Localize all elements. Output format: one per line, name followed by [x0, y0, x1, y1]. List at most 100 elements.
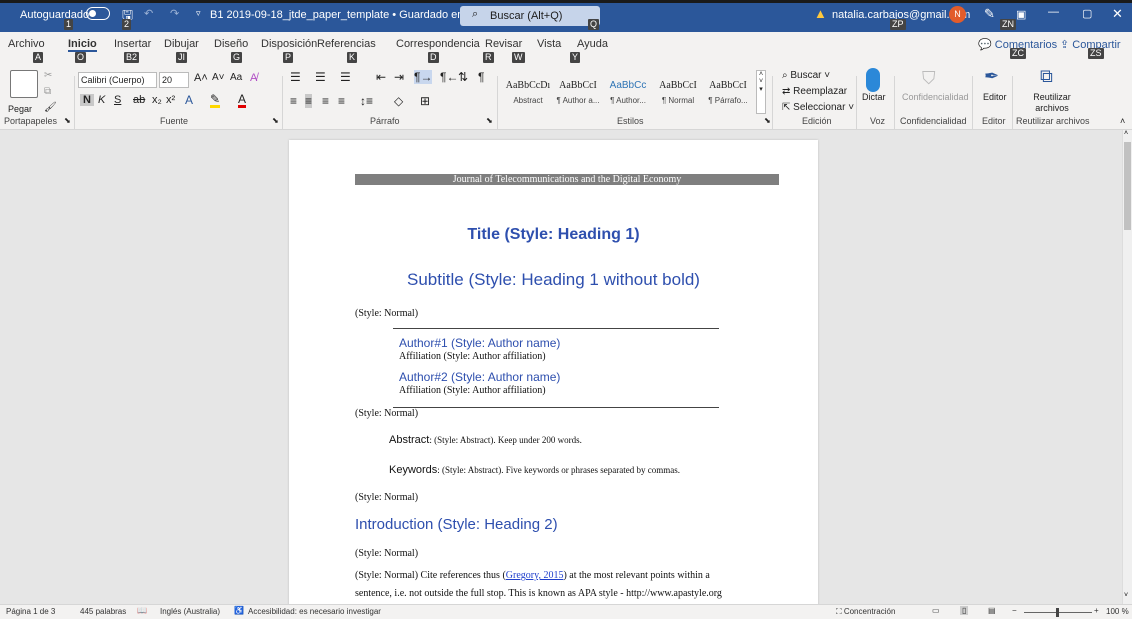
avatar[interactable]: N: [949, 6, 966, 23]
justify-icon[interactable]: ≡: [338, 94, 345, 108]
align-left-icon[interactable]: ≡: [290, 94, 297, 108]
multilevel-icon[interactable]: ☰: [340, 70, 351, 84]
format-painter-icon[interactable]: 🖌: [44, 102, 57, 113]
accessibility-icon[interactable]: ♿: [234, 606, 244, 615]
borders-icon[interactable]: ⊞: [420, 94, 430, 108]
ltr-icon[interactable]: ¶→: [414, 70, 433, 84]
paste-icon[interactable]: [10, 70, 38, 98]
customize-qat-icon[interactable]: ▿: [196, 8, 201, 19]
tab-dibujar[interactable]: Dibujar: [164, 38, 199, 50]
tab-disposicion[interactable]: Disposición: [261, 38, 317, 50]
language[interactable]: Inglés (Australia): [160, 607, 220, 616]
search-box[interactable]: ⌕ Buscar (Alt+Q): [460, 6, 600, 26]
bold-icon[interactable]: N: [80, 94, 94, 106]
editor-icon[interactable]: ✒: [984, 66, 999, 87]
zoom-level[interactable]: 100 %: [1106, 607, 1129, 616]
font-name-select[interactable]: Calibri (Cuerpo): [78, 72, 157, 88]
numbering-icon[interactable]: ☰: [315, 70, 326, 84]
paragraph-launcher-icon[interactable]: ⬊: [486, 116, 493, 125]
zoom-slider[interactable]: [1024, 608, 1092, 617]
close-icon[interactable]: ✕: [1112, 6, 1123, 22]
tab-inicio[interactable]: Inicio: [68, 38, 97, 52]
vertical-scrollbar[interactable]: ˄ ˅: [1122, 130, 1132, 604]
scroll-thumb[interactable]: [1124, 142, 1131, 230]
doc-subtitle[interactable]: Subtitle (Style: Heading 1 without bold): [289, 270, 818, 290]
clipboard-launcher-icon[interactable]: ⬊: [64, 116, 71, 125]
shading-icon[interactable]: ◇: [394, 94, 403, 108]
scroll-up-icon[interactable]: ˄: [1124, 130, 1128, 137]
editor-label[interactable]: Editor: [983, 92, 1007, 102]
underline-icon[interactable]: S: [114, 94, 121, 106]
normal-paragraph[interactable]: (Style: Normal): [355, 308, 418, 319]
journal-header[interactable]: Journal of Telecommunications and the Di…: [355, 174, 779, 185]
style-author-name[interactable]: AaBbCc ¶ Author...: [603, 76, 653, 114]
rtl-icon[interactable]: ¶←: [440, 70, 458, 84]
style-abstract[interactable]: AaBbCcDı Abstract: [503, 76, 553, 114]
autosave-toggle[interactable]: [86, 7, 110, 20]
proofing-icon[interactable]: 📖: [137, 606, 147, 615]
change-case-icon[interactable]: Aa: [230, 72, 242, 83]
ribbon-display-icon[interactable]: ▣: [1016, 8, 1026, 21]
tab-insertar[interactable]: Insertar: [114, 38, 151, 50]
dictate-label[interactable]: Dictar: [862, 92, 886, 102]
read-mode-icon[interactable]: ▭: [932, 606, 940, 615]
doc-title[interactable]: Title (Style: Heading 1): [289, 226, 818, 244]
reuse-files-label[interactable]: Reutilizar archivos: [1024, 92, 1080, 114]
decrease-indent-icon[interactable]: ⇤: [376, 70, 386, 84]
font-color-icon[interactable]: A: [238, 93, 247, 108]
normal-paragraph[interactable]: (Style: Normal): [355, 408, 418, 419]
document-canvas[interactable]: Journal of Telecommunications and the Di…: [0, 130, 1122, 604]
zoom-in-icon[interactable]: +: [1094, 606, 1099, 615]
font-size-select[interactable]: 20: [159, 72, 189, 88]
select-button[interactable]: ⇱ Seleccionar ˅: [782, 102, 854, 113]
author-affiliation[interactable]: Affiliation (Style: Author affiliation): [399, 385, 546, 396]
body-paragraph-line[interactable]: sentence, i.e. not outside the full stop…: [355, 588, 795, 599]
citation-link[interactable]: Gregory, 2015: [506, 570, 564, 581]
print-layout-icon[interactable]: ▯: [960, 606, 969, 615]
abstract-paragraph[interactable]: Abstract: (Style: Abstract). Keep under …: [389, 434, 582, 446]
shrink-font-icon[interactable]: A˅: [212, 72, 225, 83]
tab-correspondencia[interactable]: Correspondencia: [396, 38, 480, 50]
superscript-icon[interactable]: x²: [166, 94, 175, 106]
italic-icon[interactable]: K: [98, 94, 105, 106]
style-author-affiliation[interactable]: AaBbCcI ¶ Author a...: [553, 76, 603, 114]
tab-vista[interactable]: Vista: [537, 38, 561, 50]
show-marks-icon[interactable]: ¶: [478, 70, 484, 84]
author-name[interactable]: Author#2 (Style: Author name): [399, 370, 560, 384]
replace-button[interactable]: ⇄ Reemplazar: [782, 86, 847, 97]
author-name[interactable]: Author#1 (Style: Author name): [399, 336, 560, 350]
restore-icon[interactable]: ▢: [1082, 7, 1092, 20]
align-right-icon[interactable]: ≡: [322, 94, 329, 108]
styles-launcher-icon[interactable]: ⬊: [764, 116, 771, 125]
normal-paragraph[interactable]: (Style: Normal): [355, 492, 418, 503]
style-paragraph[interactable]: AaBbCcI ¶ Párrafo...: [703, 76, 753, 114]
copy-icon[interactable]: ⧉: [44, 86, 51, 97]
zoom-out-icon[interactable]: −: [1012, 606, 1017, 615]
font-launcher-icon[interactable]: ⬊: [272, 116, 279, 125]
accessibility-status[interactable]: Accesibilidad: es necesario investigar: [248, 607, 381, 616]
text-effects-icon[interactable]: A: [185, 93, 193, 107]
style-normal[interactable]: AaBbCcI ¶ Normal: [653, 76, 703, 114]
increase-indent-icon[interactable]: ⇥: [394, 70, 404, 84]
styles-scroll[interactable]: ˄ ˅ ▾: [756, 70, 766, 114]
reuse-files-icon[interactable]: ⧉: [1040, 66, 1053, 87]
word-count[interactable]: 445 palabras: [80, 607, 126, 616]
body-paragraph[interactable]: (Style: Normal) Cite references thus (Gr…: [355, 570, 779, 581]
author-affiliation[interactable]: Affiliation (Style: Author affiliation): [399, 351, 546, 362]
clear-format-icon[interactable]: A̸: [250, 72, 257, 84]
align-center-icon[interactable]: ≡: [305, 94, 313, 108]
doc-heading-2[interactable]: Introduction (Style: Heading 2): [355, 516, 558, 533]
find-button[interactable]: ⌕ Buscar ˅: [782, 70, 830, 81]
strikethrough-icon[interactable]: ab: [133, 94, 145, 106]
subscript-icon[interactable]: x₂: [152, 94, 162, 106]
tab-ayuda[interactable]: Ayuda: [577, 38, 608, 50]
scroll-down-icon[interactable]: ˅: [1124, 592, 1128, 599]
microphone-icon[interactable]: [866, 68, 880, 92]
collapse-ribbon-icon[interactable]: ˄: [1120, 116, 1125, 126]
keywords-paragraph[interactable]: Keywords: (Style: Abstract). Five keywor…: [389, 464, 680, 476]
document-page[interactable]: Journal of Telecommunications and the Di…: [289, 140, 818, 604]
page-count[interactable]: Página 1 de 3: [6, 607, 55, 616]
bullets-icon[interactable]: ☰: [290, 70, 301, 84]
tab-diseno[interactable]: Diseño: [214, 38, 248, 50]
ideas-icon[interactable]: ✎: [984, 6, 995, 22]
